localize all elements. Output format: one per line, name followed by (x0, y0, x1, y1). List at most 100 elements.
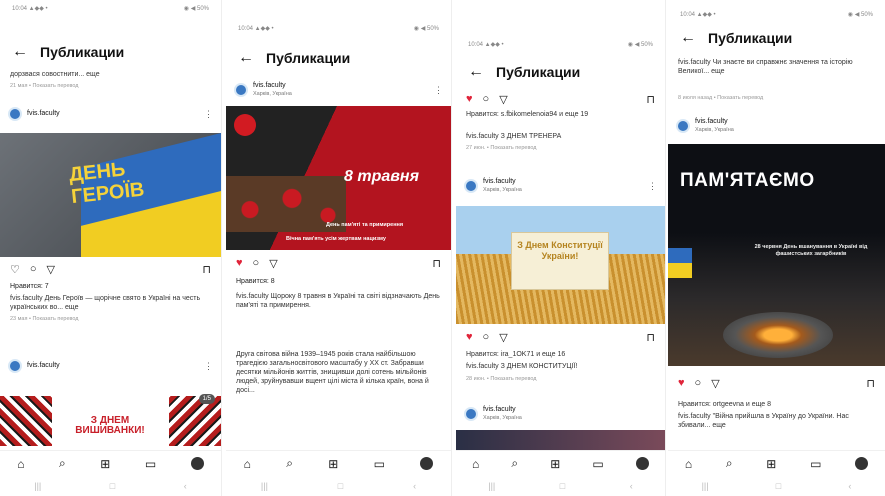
post-profile[interactable]: fvis.faculty Харків, Україна ⋮ (464, 176, 657, 196)
post-profile[interactable]: fvis.faculty Харків, Україна (676, 116, 877, 136)
recents-icon[interactable]: ||| (488, 481, 495, 491)
post-caption: fvis.faculty "Війна прийшла в Україну до… (678, 413, 849, 429)
avatar[interactable] (234, 83, 248, 97)
post-profile-2[interactable]: fvis.faculty ⋮ (8, 356, 213, 376)
avatar[interactable] (8, 107, 22, 121)
profile-name[interactable]: fvis.faculty (483, 406, 516, 413)
post-image[interactable]: З Днем Конституції України! (456, 206, 665, 324)
heart-filled-icon[interactable]: ♥ (236, 257, 243, 269)
comment-icon[interactable]: ○ (483, 93, 490, 105)
heart-filled-icon[interactable]: ♥ (466, 93, 473, 105)
new-post-icon[interactable]: ⊞ (100, 457, 110, 471)
post-profile-2[interactable]: fvis.faculty Харків, Україна (464, 404, 657, 424)
profile-name[interactable]: fvis.faculty (695, 118, 728, 125)
avatar[interactable] (8, 359, 22, 373)
post-image[interactable]: ДЕНЬ ГЕРОЇВ (0, 133, 221, 257)
avatar[interactable] (464, 179, 478, 193)
back-arrow-icon[interactable]: ← (12, 44, 28, 60)
post-image[interactable]: ПАМ'ЯТАЄМО 28 червня День вшанування в У… (668, 144, 885, 366)
profile-name[interactable]: fvis.faculty (27, 362, 60, 369)
liked-by[interactable]: Нравится: s.fbikomelenoia94 и еще 19 (466, 110, 657, 128)
bookmark-icon[interactable]: ⊓ (646, 93, 655, 106)
reels-icon[interactable]: ▭ (810, 457, 821, 471)
share-icon[interactable]: ▽ (269, 257, 277, 270)
bookmark-icon[interactable]: ⊓ (432, 257, 441, 270)
post-profile[interactable]: fvis.faculty ⋮ (8, 104, 213, 124)
back-arrow-icon[interactable]: ← (680, 30, 696, 46)
comment-icon[interactable]: ○ (253, 257, 260, 269)
post-meta[interactable]: 28 июн. • Показать перевод (466, 376, 536, 382)
bookmark-icon[interactable]: ⊓ (646, 331, 655, 344)
location[interactable]: Харків, Україна (695, 126, 734, 134)
search-icon[interactable]: ⌕ (726, 456, 733, 471)
profile-avatar-icon[interactable] (420, 457, 434, 470)
comment-icon[interactable]: ○ (483, 331, 490, 343)
back-arrow-icon[interactable]: ← (238, 50, 254, 66)
recents-icon[interactable]: ||| (34, 481, 41, 491)
back-arrow-icon[interactable]: ← (468, 64, 484, 80)
location[interactable]: Харків, Україна (483, 414, 522, 422)
location[interactable]: Харків, Україна (483, 186, 522, 194)
home-icon[interactable]: ⌂ (244, 457, 251, 471)
reels-icon[interactable]: ▭ (374, 457, 385, 471)
home-button-icon[interactable]: □ (338, 481, 343, 491)
avatar[interactable] (676, 119, 690, 133)
liked-by[interactable]: Нравится: ira_1OK71 и еще 16 (466, 350, 657, 359)
status-left: 10:04 ▲◆◆ • (680, 12, 716, 18)
home-icon[interactable]: ⌂ (472, 457, 479, 471)
more-options-icon[interactable]: ⋮ (648, 181, 657, 192)
likes-count[interactable]: Нравится: 8 (236, 278, 275, 285)
post-meta[interactable]: 23 мая • Показать перевод (10, 316, 79, 322)
back-button-icon[interactable]: ‹ (630, 481, 633, 491)
recents-icon[interactable]: ||| (702, 481, 709, 491)
home-button-icon[interactable]: □ (776, 481, 781, 491)
reels-icon[interactable]: ▭ (592, 457, 603, 471)
search-icon[interactable]: ⌕ (286, 456, 293, 471)
recents-icon[interactable]: ||| (261, 481, 268, 491)
back-button-icon[interactable]: ‹ (184, 481, 187, 491)
share-icon[interactable]: ▽ (499, 93, 507, 106)
liked-by[interactable]: Нравится: ortgeevna и еще 8 (678, 400, 877, 409)
bookmark-icon[interactable]: ⊓ (866, 377, 875, 390)
home-icon[interactable]: ⌂ (685, 457, 692, 471)
more-options-icon[interactable]: ⋮ (434, 85, 443, 96)
post-meta[interactable]: 27 июн. • Показать перевод (466, 145, 536, 151)
home-button-icon[interactable]: □ (110, 481, 115, 491)
home-icon[interactable]: ⌂ (17, 457, 24, 471)
share-icon[interactable]: ▽ (499, 331, 507, 344)
avatar[interactable] (464, 407, 478, 421)
new-post-icon[interactable]: ⊞ (328, 457, 338, 471)
more-options-icon[interactable]: ⋮ (204, 361, 213, 372)
share-icon[interactable]: ▽ (711, 377, 719, 390)
more-options-icon[interactable]: ⋮ (204, 109, 213, 120)
new-post-icon[interactable]: ⊞ (766, 457, 776, 471)
new-post-icon[interactable]: ⊞ (550, 457, 560, 471)
post-image-2[interactable]: З ДНЕМ ВИШИВАНКИ! 1/5 (0, 390, 221, 450)
share-icon[interactable]: ▽ (47, 263, 55, 276)
back-button-icon[interactable]: ‹ (413, 481, 416, 491)
heart-filled-icon[interactable]: ♥ (466, 331, 473, 343)
heart-icon[interactable]: ♡ (10, 263, 20, 276)
location[interactable]: Харків, Україна (253, 90, 292, 98)
comment-icon[interactable]: ○ (30, 263, 37, 275)
heart-filled-icon[interactable]: ♥ (678, 377, 685, 389)
profile-avatar-icon[interactable] (855, 457, 869, 470)
reels-icon[interactable]: ▭ (145, 457, 156, 471)
profile-avatar-icon[interactable] (190, 457, 204, 470)
search-icon[interactable]: ⌕ (511, 456, 518, 471)
post-profile[interactable]: fvis.faculty Харків, Україна ⋮ (234, 80, 443, 100)
back-button-icon[interactable]: ‹ (848, 481, 851, 491)
comment-icon[interactable]: ○ (695, 377, 702, 389)
bookmark-icon[interactable]: ⊓ (202, 263, 211, 276)
profile-name[interactable]: fvis.faculty (253, 82, 286, 89)
search-icon[interactable]: ⌕ (59, 456, 66, 471)
post-image[interactable]: 8 травня День пам'яті та примирення Вічн… (226, 106, 451, 250)
profile-name[interactable]: fvis.faculty (27, 110, 60, 117)
likes-count[interactable]: Нравится: 7 (10, 283, 49, 290)
profile-avatar-icon[interactable] (635, 457, 649, 470)
post-image-2[interactable] (456, 430, 665, 450)
post-meta[interactable]: 8 июля назад • Показать перевод (678, 95, 763, 101)
profile-name[interactable]: fvis.faculty (483, 178, 516, 185)
post-meta[interactable]: 21 мая • Показать перевод (10, 83, 79, 89)
home-button-icon[interactable]: □ (560, 481, 565, 491)
